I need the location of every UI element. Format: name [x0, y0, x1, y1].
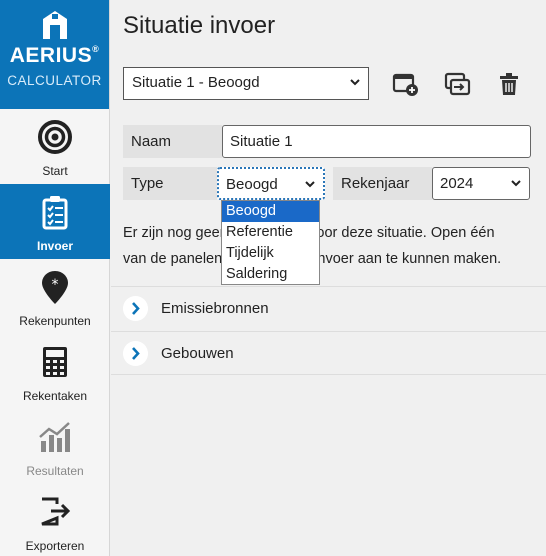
calculator-icon	[43, 347, 67, 377]
type-option-referentie[interactable]: Referentie	[222, 222, 319, 243]
house-icon	[43, 11, 67, 39]
nav-item-rekentaken[interactable]: Rekentaken	[0, 334, 110, 409]
name-input[interactable]: Situatie 1	[222, 125, 531, 158]
nav-label: Rekentaken	[22, 389, 88, 403]
info-line1-post: ns voor deze situatie. Open één	[289, 225, 495, 241]
map-pin-star-icon: *	[42, 271, 68, 304]
nav-label: Resultaten	[26, 464, 84, 478]
nav-label: Start	[42, 164, 68, 178]
name-label: Naam	[123, 125, 222, 158]
type-option-saldering[interactable]: Saldering	[222, 264, 319, 285]
chevron-down-icon	[511, 180, 521, 187]
panel-label: Emissiebronnen	[161, 300, 269, 317]
page-title: Situatie invoer	[123, 12, 276, 39]
situation-select[interactable]: Situatie 1 - Beoogd	[123, 67, 369, 100]
trash-icon[interactable]	[495, 70, 523, 98]
target-icon	[38, 120, 72, 154]
brand-name: AERIUS®	[9, 44, 100, 67]
type-option-beoogd[interactable]: Beoogd	[222, 201, 319, 222]
type-label: Type	[123, 167, 217, 200]
type-option-tijdelijk[interactable]: Tijdelijk	[222, 243, 319, 264]
panel-emissiebronnen[interactable]: Emissiebronnen	[111, 286, 546, 330]
sidebar: AERIUS® CALCULATOR Start Invoer * Rekenp…	[0, 0, 110, 556]
info-line1-pre: Er zijn nog geen	[123, 225, 228, 241]
nav-label: Rekenpunten	[19, 314, 91, 328]
add-situation-icon[interactable]	[391, 70, 419, 98]
chart-growth-icon	[39, 422, 70, 452]
panel-gebouwen[interactable]: Gebouwen	[111, 331, 546, 375]
info-line2-post: invoer aan te kunnen maken.	[314, 251, 502, 267]
nav-item-invoer[interactable]: Invoer	[0, 184, 110, 259]
nav-item-exporteren[interactable]: Exporteren	[0, 484, 110, 556]
type-select-value: Beoogd	[226, 176, 278, 193]
clipboard-checklist-icon	[42, 196, 68, 230]
year-select-value: 2024	[440, 175, 474, 192]
situation-select-value: Situatie 1 - Beoogd	[132, 74, 260, 91]
nav-label: Invoer	[36, 239, 73, 253]
nav-label: Exporteren	[25, 539, 85, 553]
panel-label: Gebouwen	[161, 345, 234, 362]
copy-situation-icon[interactable]	[443, 70, 471, 98]
nav-item-rekenpunten[interactable]: * Rekenpunten	[0, 259, 110, 334]
year-select[interactable]: 2024	[432, 167, 530, 200]
type-select[interactable]: Beoogd	[217, 167, 325, 200]
nav-item-resultaten[interactable]: Resultaten	[0, 409, 110, 484]
chevron-down-icon	[350, 79, 360, 86]
chevron-right-icon	[123, 296, 148, 321]
chevron-down-icon	[305, 181, 315, 188]
svg-text:*: *	[52, 277, 59, 293]
info-text: Er zijn nog geen ns voor deze situatie. O…	[123, 220, 538, 272]
aerius-logo[interactable]: AERIUS® CALCULATOR	[0, 0, 109, 109]
type-dropdown-list: Beoogd Referentie Tijdelijk Saldering	[221, 200, 320, 285]
export-icon	[41, 497, 71, 526]
brand-product: CALCULATOR	[7, 73, 102, 88]
main-panel: Situatie invoer Situatie 1 - Beoogd Naam…	[111, 0, 546, 556]
year-label: Rekenjaar	[333, 167, 432, 200]
chevron-right-icon	[123, 341, 148, 366]
nav-item-start[interactable]: Start	[0, 109, 110, 184]
info-line2-pre: van de panelen	[123, 251, 223, 267]
